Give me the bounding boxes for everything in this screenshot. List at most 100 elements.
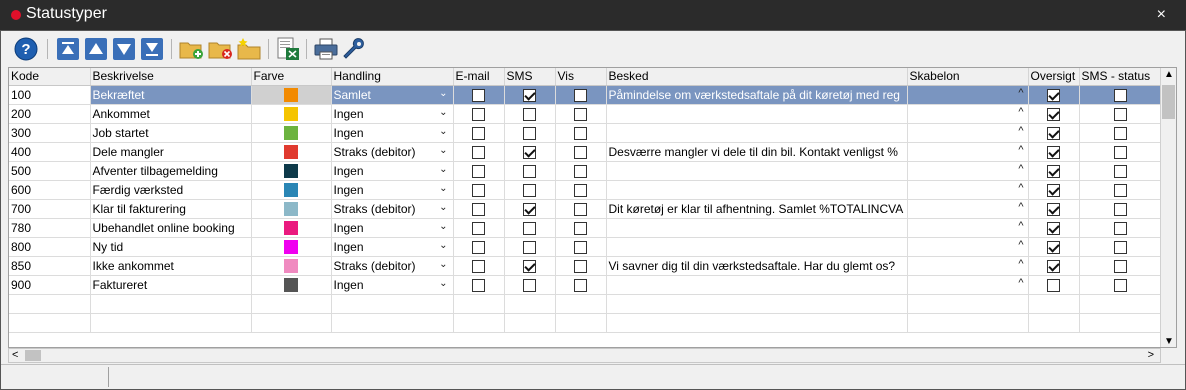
farve-cell[interactable] xyxy=(251,275,332,295)
checkbox[interactable] xyxy=(1114,278,1127,292)
kode-cell[interactable]: 200 xyxy=(9,104,91,124)
vertical-scroll-thumb[interactable] xyxy=(1162,85,1175,119)
chevron-down-icon[interactable]: ⌄ xyxy=(439,107,447,118)
table-row[interactable]: 800 Ny tid Ingen ⌄ ^ xyxy=(9,237,1163,257)
caret-up-icon[interactable]: ^ xyxy=(1018,106,1023,118)
skabelon-cell[interactable]: ^ xyxy=(907,142,1029,162)
checkbox[interactable] xyxy=(523,88,536,102)
move-up-button[interactable] xyxy=(84,37,108,61)
checkbox[interactable] xyxy=(574,259,587,273)
empty-cell[interactable] xyxy=(504,313,556,333)
besked-cell[interactable] xyxy=(606,161,908,181)
farve-cell[interactable] xyxy=(251,161,332,181)
scroll-right-icon[interactable]: > xyxy=(1148,349,1154,361)
checkbox[interactable] xyxy=(472,240,485,254)
empty-cell[interactable] xyxy=(555,313,607,333)
checkbox[interactable] xyxy=(1114,183,1127,197)
checkbox[interactable] xyxy=(472,107,485,121)
column-header[interactable]: Vis xyxy=(555,68,607,86)
checkbox[interactable] xyxy=(523,278,536,292)
empty-cell[interactable] xyxy=(606,294,908,314)
checkbox[interactable] xyxy=(472,221,485,235)
farve-cell[interactable] xyxy=(251,142,332,162)
checkbox[interactable] xyxy=(472,202,485,216)
chevron-down-icon[interactable]: ⌄ xyxy=(439,240,447,251)
besked-cell[interactable]: Dit køretøj er klar til afhentning. Saml… xyxy=(606,199,908,219)
besked-cell[interactable] xyxy=(606,237,908,257)
checkbox[interactable] xyxy=(574,126,587,140)
checkbox[interactable] xyxy=(523,126,536,140)
empty-cell[interactable] xyxy=(1079,294,1163,314)
table-row[interactable]: 700 Klar til fakturering Straks (debitor) ⌄… xyxy=(9,199,1163,219)
table-row[interactable]: 200 Ankommet Ingen ⌄ ^ xyxy=(9,104,1163,124)
checkbox[interactable] xyxy=(574,145,587,159)
beskrivelse-cell[interactable]: Ikke ankommet xyxy=(90,256,252,276)
checkbox[interactable] xyxy=(574,278,587,292)
scroll-up-icon[interactable]: ▲ xyxy=(1164,69,1174,80)
caret-up-icon[interactable]: ^ xyxy=(1018,258,1023,270)
checkbox[interactable] xyxy=(523,240,536,254)
checkbox[interactable] xyxy=(1114,259,1127,273)
handling-dropdown[interactable]: Straks (debitor) ⌄ xyxy=(331,199,454,219)
chevron-down-icon[interactable]: ⌄ xyxy=(439,183,447,194)
new-folder-button[interactable] xyxy=(237,37,261,61)
caret-up-icon[interactable]: ^ xyxy=(1018,201,1023,213)
kode-cell[interactable]: 100 xyxy=(9,85,91,105)
checkbox[interactable] xyxy=(523,202,536,216)
move-down-button[interactable] xyxy=(112,37,136,61)
delete-folder-button[interactable] xyxy=(208,37,232,61)
skabelon-cell[interactable]: ^ xyxy=(907,104,1029,124)
farve-cell[interactable] xyxy=(251,123,332,143)
empty-row[interactable] xyxy=(9,313,1163,333)
column-header[interactable]: SMS xyxy=(504,68,556,86)
scroll-left-icon[interactable]: < xyxy=(12,349,18,361)
checkbox[interactable] xyxy=(574,240,587,254)
column-header[interactable]: Skabelon xyxy=(907,68,1029,86)
kode-cell[interactable]: 900 xyxy=(9,275,91,295)
chevron-down-icon[interactable]: ⌄ xyxy=(439,202,447,213)
farve-cell[interactable] xyxy=(251,85,332,105)
beskrivelse-cell[interactable]: Bekræftet xyxy=(90,85,252,105)
column-header[interactable]: Farve xyxy=(251,68,332,86)
horizontal-scroll-thumb[interactable] xyxy=(25,350,41,361)
vertical-scrollbar[interactable]: ▲ ▼ xyxy=(1160,68,1176,347)
empty-cell[interactable] xyxy=(453,294,505,314)
besked-cell[interactable] xyxy=(606,218,908,238)
farve-cell[interactable] xyxy=(251,199,332,219)
handling-dropdown[interactable]: Straks (debitor) ⌄ xyxy=(331,256,454,276)
empty-cell[interactable] xyxy=(331,313,454,333)
caret-up-icon[interactable]: ^ xyxy=(1018,182,1023,194)
kode-cell[interactable]: 600 xyxy=(9,180,91,200)
checkbox[interactable] xyxy=(472,88,485,102)
chevron-down-icon[interactable]: ⌄ xyxy=(439,164,447,175)
table-row[interactable]: 600 Færdig værksted Ingen ⌄ ^ xyxy=(9,180,1163,200)
beskrivelse-cell[interactable]: Job startet xyxy=(90,123,252,143)
checkbox[interactable] xyxy=(523,221,536,235)
table-row[interactable]: 780 Ubehandlet online booking Ingen ⌄ ^ xyxy=(9,218,1163,238)
checkbox[interactable] xyxy=(1047,88,1060,102)
caret-up-icon[interactable]: ^ xyxy=(1018,239,1023,251)
help-button[interactable]: ? xyxy=(14,37,38,61)
checkbox[interactable] xyxy=(472,126,485,140)
empty-cell[interactable] xyxy=(251,313,332,333)
handling-dropdown[interactable]: Ingen ⌄ xyxy=(331,180,454,200)
empty-cell[interactable] xyxy=(504,294,556,314)
horizontal-scrollbar[interactable]: < > xyxy=(8,348,1161,363)
handling-dropdown[interactable]: Ingen ⌄ xyxy=(331,218,454,238)
checkbox[interactable] xyxy=(472,145,485,159)
table-row[interactable]: 400 Dele mangler Straks (debitor) ⌄ Desværre… xyxy=(9,142,1163,162)
kode-cell[interactable]: 500 xyxy=(9,161,91,181)
chevron-down-icon[interactable]: ⌄ xyxy=(439,221,447,232)
empty-cell[interactable] xyxy=(606,313,908,333)
caret-up-icon[interactable]: ^ xyxy=(1018,125,1023,137)
handling-dropdown[interactable]: Ingen ⌄ xyxy=(331,237,454,257)
checkbox[interactable] xyxy=(1047,107,1060,121)
skabelon-cell[interactable]: ^ xyxy=(907,256,1029,276)
caret-up-icon[interactable]: ^ xyxy=(1018,87,1023,99)
empty-cell[interactable] xyxy=(555,294,607,314)
checkbox[interactable] xyxy=(1047,164,1060,178)
besked-cell[interactable] xyxy=(606,180,908,200)
checkbox[interactable] xyxy=(523,145,536,159)
checkbox[interactable] xyxy=(1114,202,1127,216)
kode-cell[interactable]: 800 xyxy=(9,237,91,257)
